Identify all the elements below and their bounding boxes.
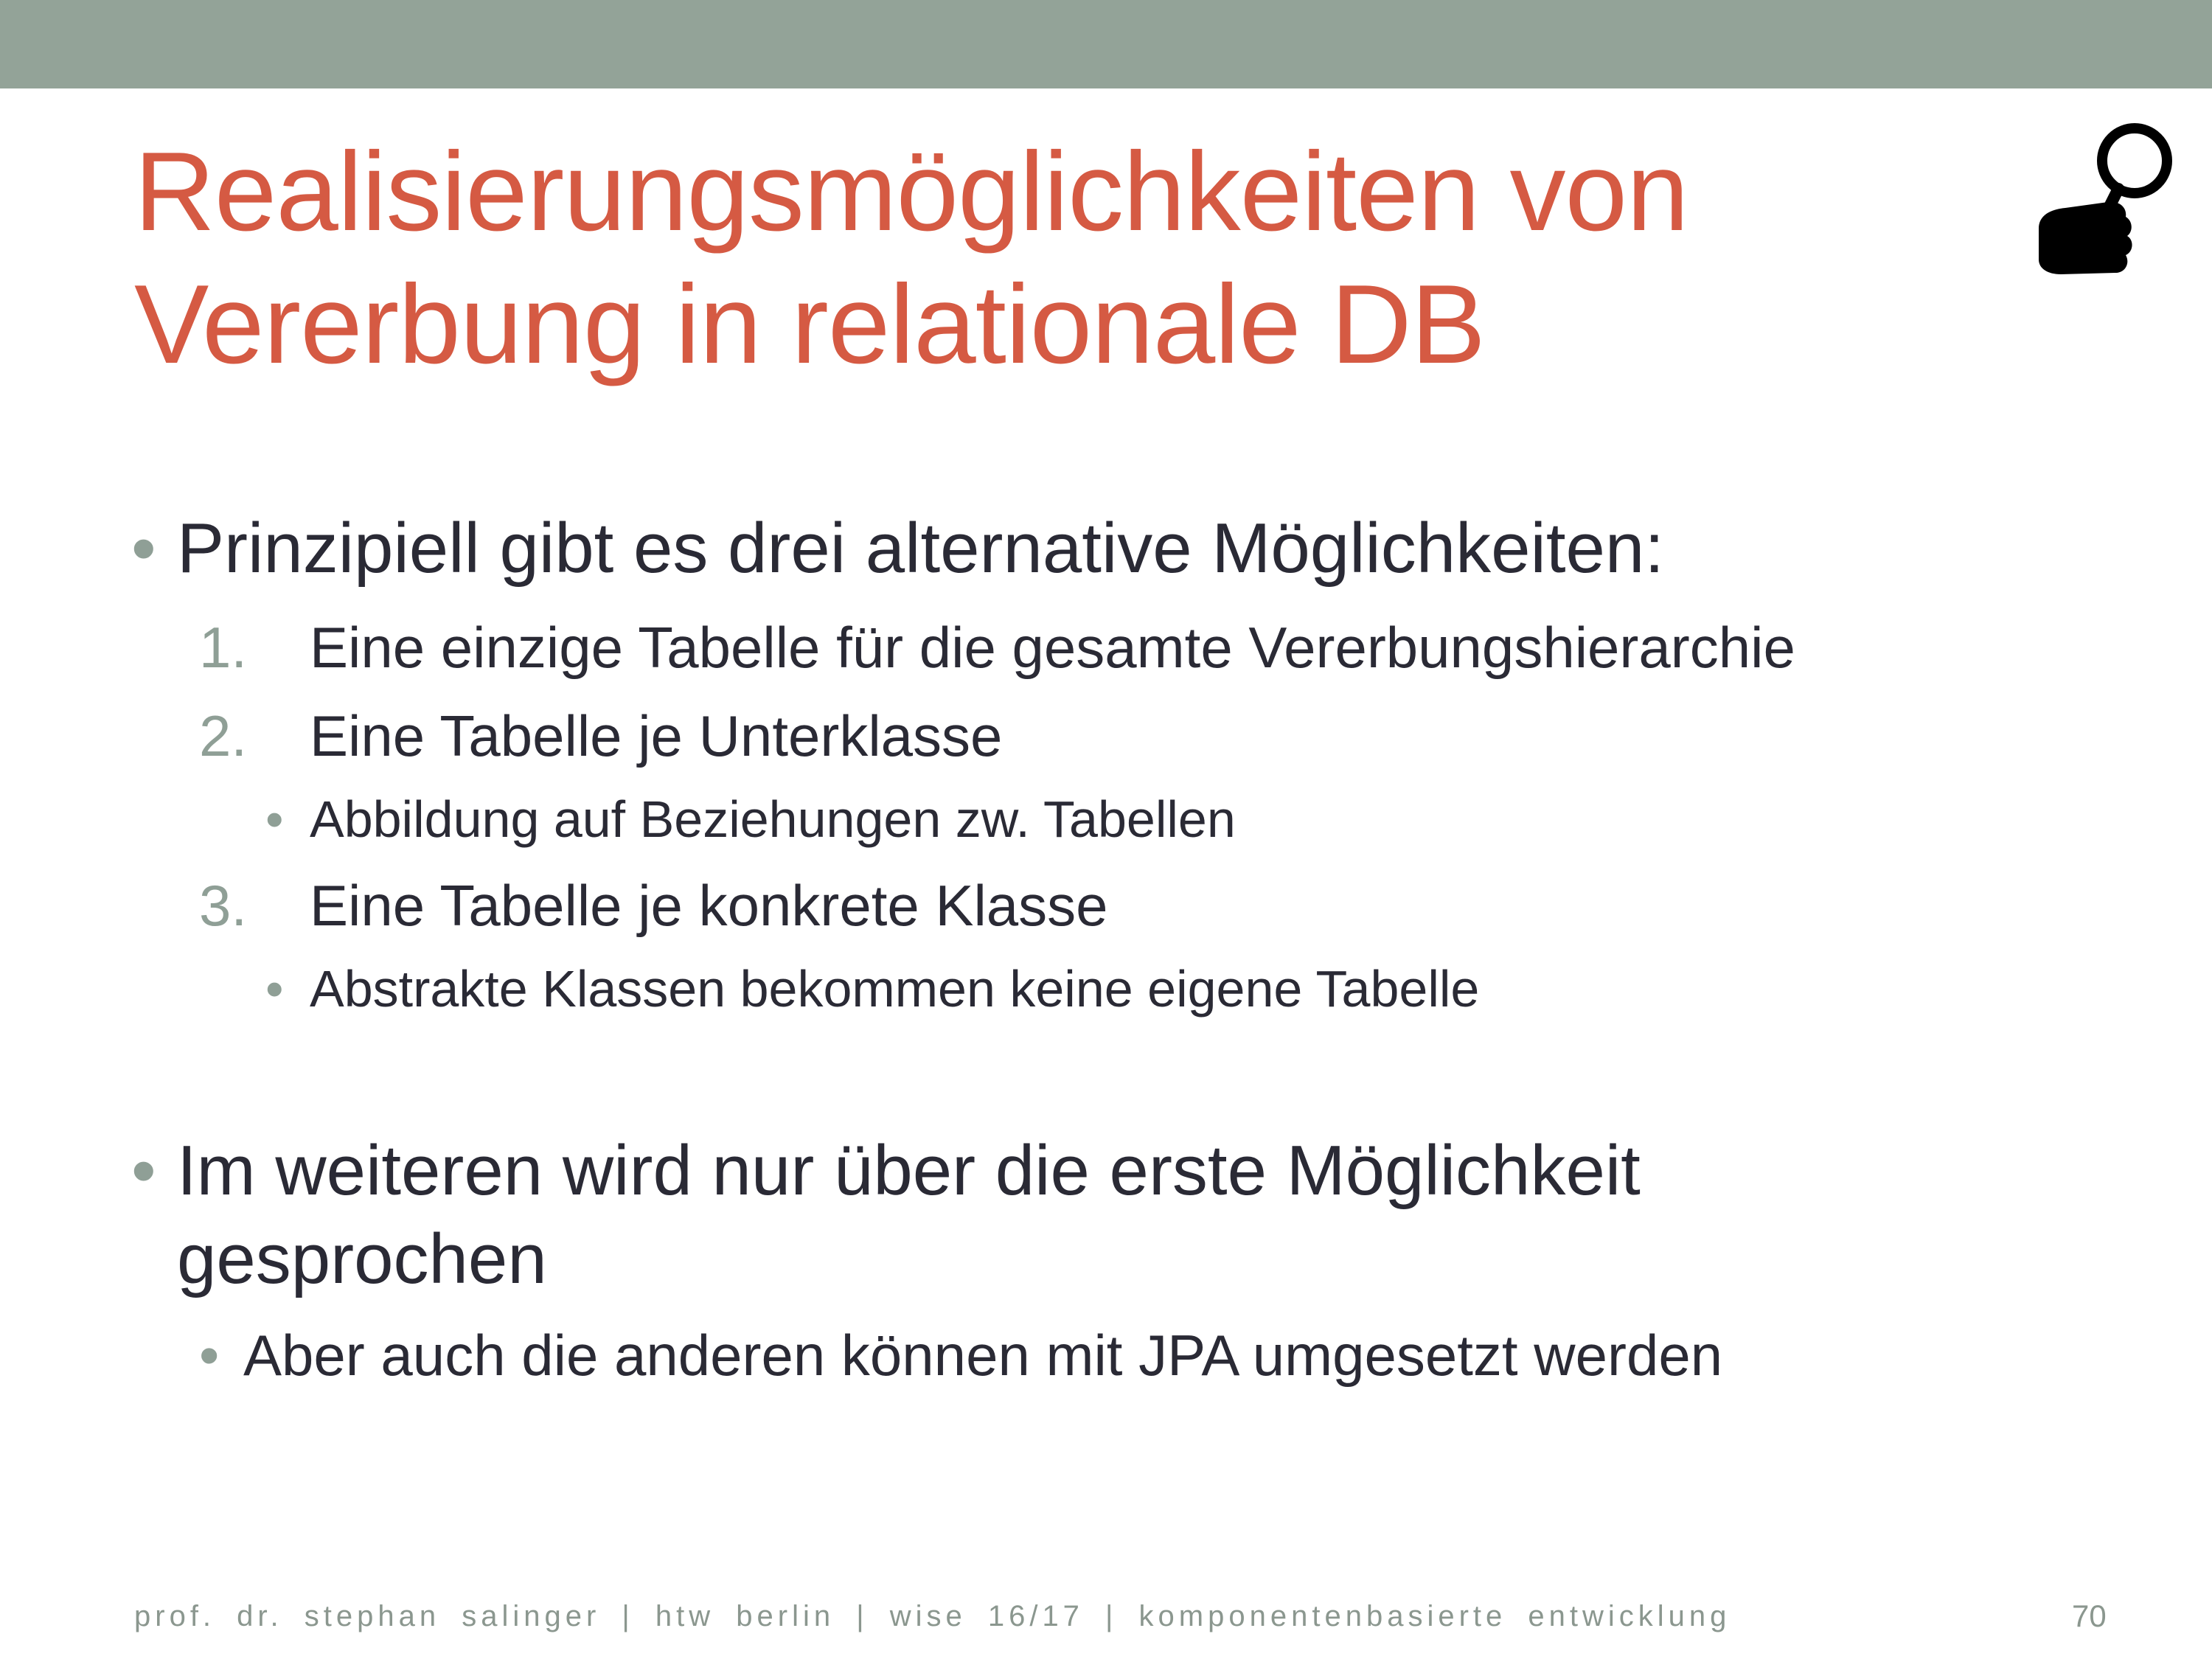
bullet-text-continued: gesprochen [177, 1220, 547, 1298]
bullet-dot: • [199, 1323, 220, 1388]
sub-item: Abbildung auf Beziehungen zw. Tabellen [310, 790, 1236, 848]
list-number: 1. [199, 615, 248, 680]
bullet-dot: • [131, 1131, 156, 1210]
slide-body: • Prinzipiell gibt es drei alternative M… [0, 0, 2212, 1659]
footer-text: prof. dr. stephan salinger | htw berlin … [134, 1600, 1731, 1632]
bullet-text: Im weiteren wird nur über die erste Mögl… [177, 1131, 1641, 1210]
list-item: Eine Tabelle je konkrete Klasse [310, 873, 1108, 938]
list-item: Eine einzige Tabelle für die gesamte Ver… [310, 615, 1795, 680]
list-number: 2. [199, 703, 248, 768]
sub-item: Aber auch die anderen können mit JPA umg… [243, 1323, 1723, 1388]
bullet-dot: • [265, 960, 284, 1018]
list-number: 3. [199, 873, 248, 938]
sub-item: Abstrakte Klassen bekommen keine eigene … [310, 960, 1480, 1018]
page-number: 70 [2072, 1599, 2107, 1633]
list-item: Eine Tabelle je Unterklasse [310, 703, 1003, 768]
bullet-text: Prinzipiell gibt es drei alternative Mög… [177, 509, 1664, 588]
bullet-dot: • [131, 509, 156, 588]
bullet-dot: • [265, 790, 284, 848]
